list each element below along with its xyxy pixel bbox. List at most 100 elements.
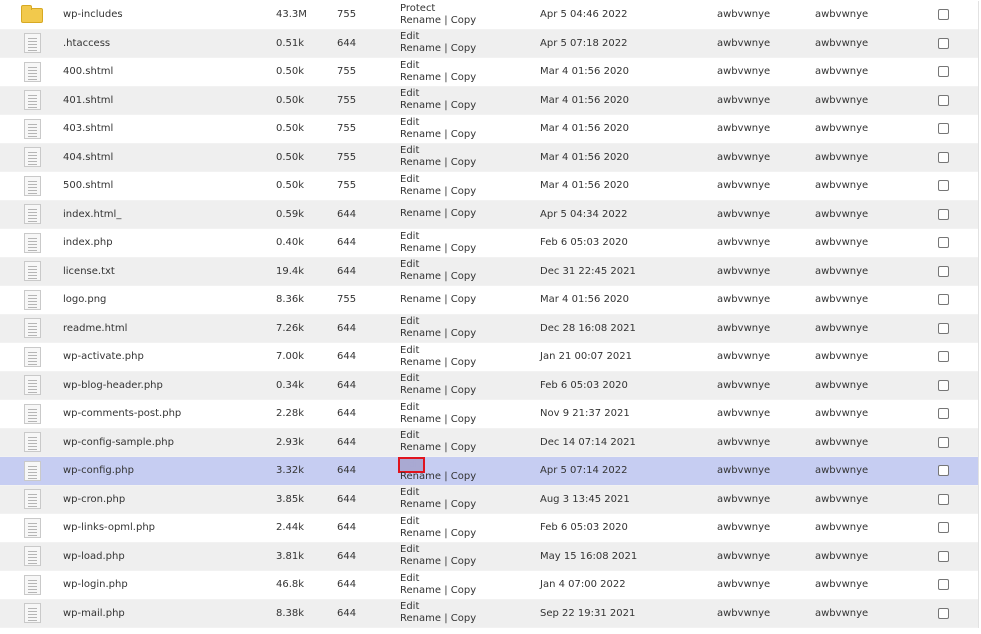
- select-checkbox[interactable]: [938, 265, 949, 277]
- file-icon[interactable]: [23, 232, 41, 253]
- file-icon[interactable]: [23, 318, 41, 339]
- file-select-cell[interactable]: [938, 486, 949, 514]
- rename-link[interactable]: Rename: [400, 556, 441, 567]
- rename-link[interactable]: Rename: [400, 243, 441, 254]
- file-select-cell[interactable]: [938, 258, 949, 286]
- rename-link[interactable]: Rename: [400, 385, 441, 396]
- edit-link[interactable]: Edit: [400, 88, 419, 100]
- file-select-cell[interactable]: [938, 286, 949, 314]
- file-icon[interactable]: [23, 33, 41, 54]
- file-row[interactable]: wp-config.php 3.32k 644 Edit Rename | Copy Ap…: [0, 456, 978, 486]
- copy-link[interactable]: Copy: [451, 100, 476, 111]
- file-name[interactable]: .htaccess: [63, 30, 110, 58]
- file-icon[interactable]: [23, 90, 41, 111]
- file-row[interactable]: wp-cron.php 3.85k 644 Edit Rename | Copy Aug …: [0, 485, 978, 514]
- file-select-cell[interactable]: [938, 1, 949, 29]
- file-permissions[interactable]: 644: [337, 486, 356, 514]
- file-row[interactable]: 500.shtml 0.50k 755 Edit Rename | Copy Mar 4 …: [0, 172, 978, 201]
- file-select-cell[interactable]: [938, 229, 949, 257]
- file-row[interactable]: index.html_ 0.59k 644 Rename | Copy Apr 5 04…: [0, 200, 978, 229]
- protect-link[interactable]: Protect: [400, 3, 435, 15]
- file-type-icon-cell[interactable]: [16, 115, 48, 143]
- file-type-icon-cell[interactable]: [16, 600, 48, 628]
- file-type-icon-cell[interactable]: [16, 201, 48, 229]
- edit-link[interactable]: Edit: [400, 601, 419, 613]
- file-icon[interactable]: [23, 546, 41, 567]
- file-row[interactable]: wp-blog-header.php 0.34k 644 Edit Rename | C…: [0, 371, 978, 400]
- file-permissions[interactable]: 644: [337, 258, 356, 286]
- file-select-cell[interactable]: [938, 457, 949, 485]
- rename-link[interactable]: Rename: [400, 15, 441, 26]
- file-row[interactable]: wp-comments-post.php 2.28k 644 Edit Rename |…: [0, 400, 978, 429]
- edit-link[interactable]: Edit: [400, 373, 419, 385]
- copy-link[interactable]: Copy: [451, 129, 476, 140]
- file-permissions[interactable]: 644: [337, 315, 356, 343]
- file-name[interactable]: wp-mail.php: [63, 600, 125, 628]
- file-name[interactable]: wp-config.php: [63, 457, 134, 485]
- file-permissions[interactable]: 644: [337, 372, 356, 400]
- edit-link[interactable]: Edit: [400, 487, 419, 499]
- file-icon[interactable]: [23, 574, 41, 595]
- copy-link[interactable]: Copy: [451, 72, 476, 83]
- file-select-cell[interactable]: [938, 429, 949, 457]
- file-select-cell[interactable]: [938, 600, 949, 628]
- file-type-icon-cell[interactable]: [16, 514, 48, 542]
- rename-link[interactable]: Rename: [400, 186, 441, 197]
- copy-link[interactable]: Copy: [451, 271, 476, 282]
- edit-link[interactable]: Edit: [400, 573, 419, 585]
- file-permissions[interactable]: 644: [337, 201, 356, 229]
- select-checkbox[interactable]: [938, 322, 949, 334]
- file-select-cell[interactable]: [938, 400, 949, 428]
- file-row[interactable]: index.php 0.40k 644 Edit Rename | Copy Feb 6 …: [0, 229, 978, 258]
- file-type-icon-cell[interactable]: [16, 429, 48, 457]
- select-checkbox[interactable]: [938, 408, 949, 420]
- select-checkbox[interactable]: [938, 493, 949, 505]
- rename-link[interactable]: Rename: [400, 471, 441, 482]
- select-checkbox[interactable]: [938, 237, 949, 249]
- file-permissions[interactable]: 644: [337, 343, 356, 371]
- file-name[interactable]: 500.shtml: [63, 172, 113, 200]
- rename-link[interactable]: Rename: [400, 613, 441, 624]
- file-name[interactable]: 400.shtml: [63, 58, 113, 86]
- file-type-icon-cell[interactable]: [16, 315, 48, 343]
- copy-link[interactable]: Copy: [451, 294, 476, 305]
- edit-link[interactable]: Edit: [400, 259, 419, 271]
- copy-link[interactable]: Copy: [451, 499, 476, 510]
- file-name[interactable]: wp-load.php: [63, 543, 125, 571]
- file-type-icon-cell[interactable]: [16, 229, 48, 257]
- select-checkbox[interactable]: [938, 180, 949, 192]
- file-name[interactable]: license.txt: [63, 258, 115, 286]
- file-type-icon-cell[interactable]: [16, 372, 48, 400]
- select-checkbox[interactable]: [938, 579, 949, 591]
- select-checkbox[interactable]: [938, 9, 949, 21]
- copy-link[interactable]: Copy: [451, 186, 476, 197]
- copy-link[interactable]: Copy: [451, 243, 476, 254]
- select-checkbox[interactable]: [938, 436, 949, 448]
- file-name[interactable]: wp-includes: [63, 1, 123, 29]
- file-icon[interactable]: [23, 289, 41, 310]
- file-icon[interactable]: [23, 375, 41, 396]
- copy-link[interactable]: Copy: [451, 442, 476, 453]
- select-checkbox[interactable]: [938, 379, 949, 391]
- edit-link[interactable]: Edit: [400, 430, 419, 442]
- file-type-icon-cell[interactable]: [16, 87, 48, 115]
- file-type-icon-cell[interactable]: [16, 400, 48, 428]
- select-checkbox[interactable]: [938, 607, 949, 619]
- rename-link[interactable]: Rename: [400, 442, 441, 453]
- edit-link[interactable]: Edit: [400, 174, 419, 186]
- select-checkbox[interactable]: [938, 522, 949, 534]
- file-icon[interactable]: [23, 603, 41, 624]
- file-icon[interactable]: [23, 517, 41, 538]
- select-checkbox[interactable]: [938, 294, 949, 306]
- file-permissions[interactable]: 755: [337, 144, 356, 172]
- file-row[interactable]: license.txt 19.4k 644 Edit Rename | Copy Dec …: [0, 257, 978, 286]
- select-checkbox[interactable]: [938, 123, 949, 135]
- file-row[interactable]: 404.shtml 0.50k 755 Edit Rename | Copy Mar 4 …: [0, 143, 978, 172]
- file-row[interactable]: logo.png 8.36k 755 Rename | Copy Mar 4 01:56…: [0, 286, 978, 315]
- rename-link[interactable]: Rename: [400, 294, 441, 305]
- copy-link[interactable]: Copy: [451, 43, 476, 54]
- file-row[interactable]: wp-login.php 46.8k 644 Edit Rename | Copy Jan…: [0, 571, 978, 600]
- file-select-cell[interactable]: [938, 372, 949, 400]
- select-checkbox[interactable]: [938, 37, 949, 49]
- file-name[interactable]: wp-blog-header.php: [63, 372, 163, 400]
